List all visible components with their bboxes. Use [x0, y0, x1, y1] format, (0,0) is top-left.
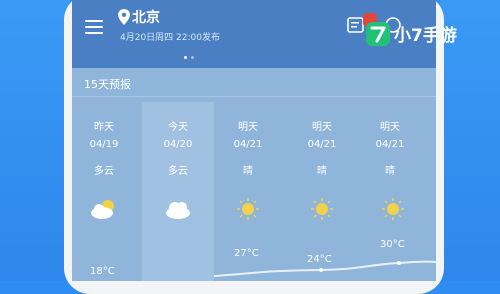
condition-label: 晴 — [317, 166, 327, 177]
temp-label: 30°C — [380, 239, 405, 250]
cloud-icon — [166, 202, 190, 219]
update-time: 4月20日周四 22:00发布 — [120, 33, 220, 43]
condition-label: 晴 — [385, 166, 395, 177]
temp-label: 27°C — [234, 248, 259, 259]
sun-icon — [382, 198, 404, 220]
backdrop-left — [0, 0, 70, 281]
menu-icon[interactable] — [85, 20, 103, 34]
panel-title: 15天预报 — [84, 78, 131, 91]
date-label: 04/19 — [89, 139, 119, 150]
partly-cloudy-icon — [91, 200, 114, 219]
date-label: 04/21 — [375, 139, 405, 150]
temp-label: 18°C — [90, 266, 115, 277]
forecast-day-1[interactable]: 昨天 04/19 多云 — [74, 120, 134, 179]
forecast-day-5[interactable]: 明天 04/21 晴 — [360, 120, 420, 179]
forecast-day-2[interactable]: 今天 04/20 多云 — [148, 120, 208, 179]
weekday-label: 明天 — [238, 122, 258, 133]
forecast-day-3[interactable]: 明天 04/21 晴 — [218, 120, 278, 179]
watermark-text: 小7手游 — [394, 26, 457, 46]
divider — [72, 96, 436, 97]
forecast-day-4[interactable]: 明天 04/21 晴 — [292, 120, 352, 179]
condition-label: 多云 — [168, 166, 188, 177]
weekday-label: 昨天 — [94, 122, 114, 133]
condition-label: 多云 — [94, 166, 114, 177]
weekday-label: 今天 — [168, 122, 188, 133]
7-logo-icon — [366, 22, 390, 46]
location-pin-icon — [118, 9, 130, 25]
date-label: 04/20 — [163, 139, 193, 150]
date-label: 04/21 — [233, 139, 263, 150]
condition-label: 晴 — [243, 166, 253, 177]
sun-icon — [311, 198, 333, 220]
weekday-label: 明天 — [380, 122, 400, 133]
city-name[interactable]: 北京 — [132, 7, 160, 27]
temp-label: 24°C — [307, 254, 332, 265]
sun-icon — [237, 198, 259, 220]
date-label: 04/21 — [307, 139, 337, 150]
weekday-label: 明天 — [312, 122, 332, 133]
page-indicator — [184, 44, 198, 63]
